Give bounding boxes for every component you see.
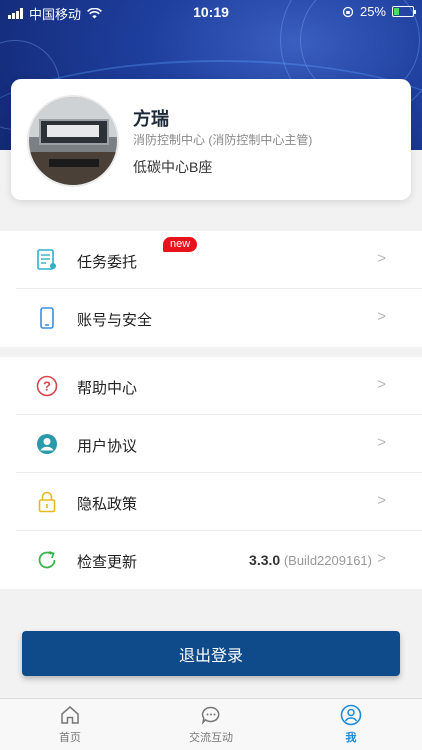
chevron-right-icon: > <box>377 550 386 567</box>
battery-icon <box>392 6 416 17</box>
profile-card[interactable]: 方瑞 消防控制中心 (消防控制中心主管) 低碳中心B座 <box>11 79 411 200</box>
task-document-icon <box>36 248 58 272</box>
version-info: 3.3.0 (Build2209161) <box>249 552 372 568</box>
menu-item-label: 任务委托 <box>77 254 138 271</box>
menu-group-1: 任务委托 new > 账号与安全 > <box>0 231 422 347</box>
status-bar: 中国移动 10:19 25% <box>0 0 422 24</box>
lock-icon <box>36 490 58 514</box>
logout-button[interactable]: 退出登录 <box>22 631 400 676</box>
profile-name: 方瑞 <box>133 109 169 129</box>
menu-item-privacy-policy[interactable]: 隐私政策 > <box>0 473 422 531</box>
menu-item-user-agreement[interactable]: 用户协议 > <box>0 415 422 473</box>
menu-item-account-security[interactable]: 账号与安全 > <box>0 289 422 347</box>
chevron-right-icon: > <box>377 250 386 267</box>
user-icon <box>36 432 58 456</box>
tab-bar: 首页 交流互动 我 <box>0 698 422 750</box>
build-number: (Build2209161) <box>283 553 372 568</box>
menu-item-help-center[interactable]: ? 帮助中心 > <box>0 357 422 415</box>
chevron-right-icon: > <box>377 434 386 451</box>
menu-item-check-update[interactable]: 检查更新 3.3.0 (Build2209161) > <box>0 531 422 589</box>
menu-group-2: ? 帮助中心 > 用户协议 > 隐私政策 > 检查更新 3.3.0 (Build… <box>0 357 422 589</box>
menu-item-task-delegation[interactable]: 任务委托 new > <box>0 231 422 289</box>
chevron-right-icon: > <box>377 308 386 325</box>
chevron-right-icon: > <box>377 492 386 509</box>
tab-label: 我 <box>345 732 357 744</box>
avatar[interactable] <box>27 95 119 187</box>
menu-item-label: 用户协议 <box>77 438 138 455</box>
tab-home[interactable]: 首页 <box>20 703 120 745</box>
menu-item-label: 隐私政策 <box>77 496 138 513</box>
refresh-icon <box>36 548 58 572</box>
chat-icon <box>201 706 220 725</box>
help-icon: ? <box>36 374 58 398</box>
battery-percent: 25% <box>359 4 386 19</box>
profile-location: 低碳中心B座 <box>133 159 213 175</box>
menu-item-label: 检查更新 <box>77 554 138 571</box>
tab-label: 首页 <box>59 732 81 744</box>
new-badge: new <box>163 237 198 252</box>
tab-me[interactable]: 我 <box>301 703 401 745</box>
home-icon <box>61 706 79 724</box>
menu-item-label: 账号与安全 <box>77 312 153 329</box>
phone-icon <box>36 306 58 330</box>
profile-icon <box>340 704 362 726</box>
tab-label: 交流互动 <box>189 732 233 744</box>
version-number: 3.3.0 <box>249 552 281 568</box>
menu-item-label: 帮助中心 <box>77 380 138 397</box>
orientation-lock-icon <box>342 6 354 17</box>
profile-department: 消防控制中心 (消防控制中心主管) <box>133 133 313 147</box>
svg-text:?: ? <box>43 379 51 394</box>
chevron-right-icon: > <box>377 376 386 393</box>
tab-communication[interactable]: 交流互动 <box>161 703 261 745</box>
